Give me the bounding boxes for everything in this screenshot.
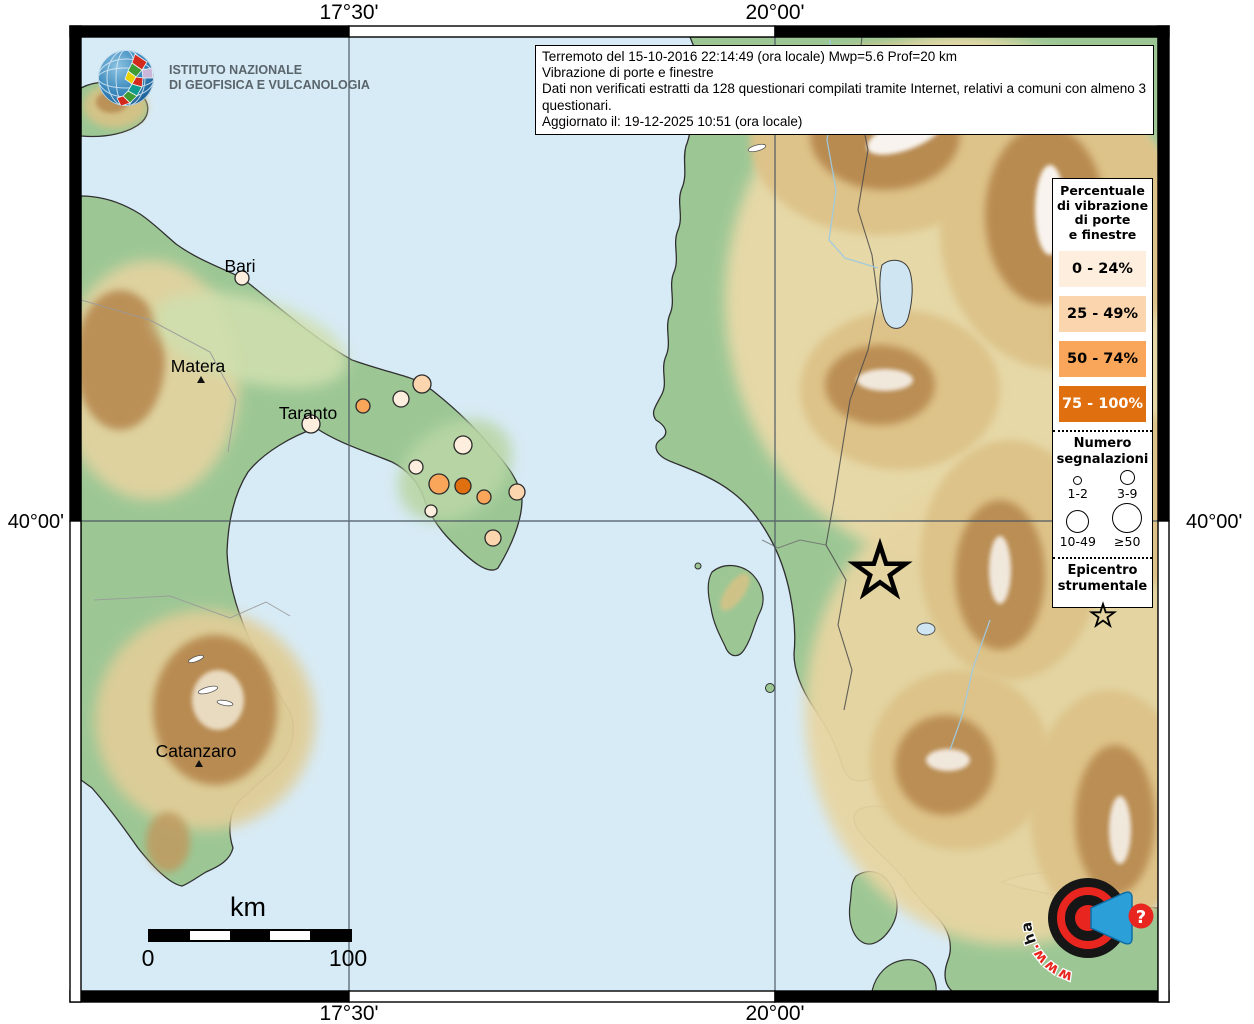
map-figure: Bari Matera Taranto Catanzaro 17°30' 20°00'…: [0, 0, 1254, 1024]
islet: [695, 563, 701, 569]
legend-class-0: 0 - 24%: [1059, 251, 1146, 287]
axis-label-top-left: 17°30': [289, 1, 409, 25]
epicenter-star-icon: [1083, 598, 1123, 632]
felt-report-point: [454, 436, 472, 454]
legend-pct-title: Percentuale: [1053, 184, 1152, 199]
event-effect: Vibrazione di porte e finestre: [542, 65, 1147, 81]
axis-label-left: 40°00': [0, 511, 64, 534]
city-label: Catanzaro: [156, 741, 237, 761]
city-label: Matera: [171, 356, 226, 376]
haisentitoilterremoto-logo: ? www.haisentitoilterremoto.it: [1008, 840, 1208, 1008]
legend-panel: Percentuale di vibrazione di porte e fin…: [1052, 178, 1153, 608]
city-label: Taranto: [279, 403, 337, 423]
felt-report-point: [425, 505, 437, 517]
count-bin-circle: [1066, 510, 1089, 533]
felt-report-point: [409, 460, 423, 474]
ingv-globe-icon: [95, 46, 159, 110]
axis-label-bottom-right: 20°00': [715, 1002, 835, 1024]
scale-bar-segments: [148, 929, 352, 942]
logo-question-mark: ?: [1136, 907, 1146, 928]
ingv-logo: ISTITUTO NAZIONALE DI GEOFISICA E VULCAN…: [95, 46, 370, 110]
legend-count-title: Numero: [1053, 436, 1152, 452]
legend-class-2: 50 - 74%: [1059, 341, 1146, 377]
felt-report-point: [429, 474, 449, 494]
islet: [766, 684, 775, 693]
count-bin-circle: [1112, 503, 1142, 533]
felt-report-point: [413, 375, 431, 393]
ingv-name-line1: ISTITUTO NAZIONALE: [169, 63, 370, 78]
scale-unit: km: [148, 892, 348, 923]
event-note: Dati non verificati estratti da 128 ques…: [542, 81, 1147, 113]
scale-bar: km 0 100: [128, 892, 368, 971]
scale-start: 0: [142, 945, 155, 972]
axis-label-bottom-left: 17°30': [289, 1002, 409, 1024]
legend-divider: [1053, 557, 1152, 559]
legend-epicenter-title: Epicentro: [1053, 563, 1152, 579]
felt-report-point: [393, 391, 409, 407]
felt-report-point: [509, 484, 525, 500]
legend-divider: [1053, 430, 1152, 432]
legend-class-3: 75 - 100%: [1059, 386, 1146, 422]
ingv-name-line2: DI GEOFISICA E VULCANOLOGIA: [169, 78, 370, 93]
count-bin-circle: [1073, 476, 1082, 485]
legend-class-1: 25 - 49%: [1059, 296, 1146, 332]
felt-report-point: [356, 399, 370, 413]
axis-label-right: 40°00': [1186, 511, 1254, 534]
legend-count-bins: 1-2 3-9 10-49 ≥50: [1053, 470, 1152, 549]
felt-report-point: [485, 530, 501, 546]
count-bin-circle: [1120, 470, 1135, 485]
event-info-box: Terremoto del 15-10-2016 22:14:49 (ora l…: [535, 45, 1154, 135]
felt-report-point: [455, 478, 471, 494]
event-updated: Aggiornato il: 19-12-2025 10:51 (ora loc…: [542, 114, 1147, 130]
scale-end: 100: [329, 945, 367, 972]
axis-label-top-right: 20°00': [715, 1, 835, 25]
city-label: Bari: [224, 256, 255, 276]
epicenter-star-glyph: [1091, 604, 1114, 626]
event-title: Terremoto del 15-10-2016 22:14:49 (ora l…: [542, 49, 1147, 65]
felt-report-point: [477, 490, 491, 504]
